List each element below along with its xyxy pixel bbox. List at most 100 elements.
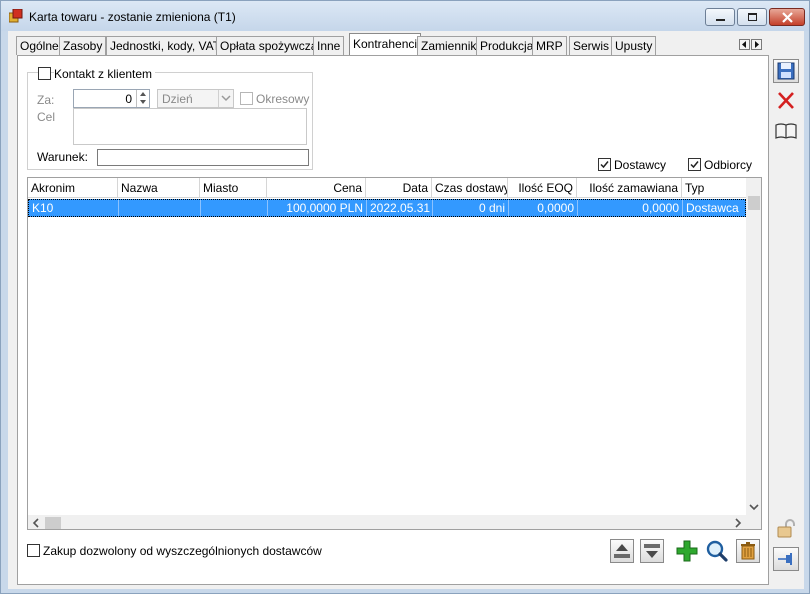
window-client-area: Ogólne Zasoby Jednostki, kody, VAT Opłat… — [8, 31, 804, 589]
periodic-label: Okresowy — [256, 92, 310, 106]
column-header-ilosc-eoq[interactable]: Ilość EOQ — [508, 178, 577, 198]
contact-group: Kontakt z klientem Za: 0 Dzień Okresowy … — [27, 67, 313, 170]
column-header-czas-dostawy[interactable]: Czas dostawy — [432, 178, 508, 198]
spin-buttons[interactable] — [136, 90, 149, 107]
spin-down-icon — [140, 100, 146, 104]
chevron-left-icon — [742, 41, 746, 48]
horizontal-scroll-thumb[interactable] — [45, 517, 61, 529]
tab-zasoby[interactable]: Zasoby — [59, 36, 107, 55]
column-header-nazwa[interactable]: Nazwa — [118, 178, 200, 198]
vertical-scrollbar[interactable] — [746, 178, 762, 515]
trash-icon — [741, 542, 755, 560]
chevron-right-icon[interactable] — [730, 515, 746, 530]
cel-label: Cel — [37, 110, 56, 124]
column-header-ilosc-zamawiana[interactable]: Ilość zamawiana — [577, 178, 682, 198]
title-bar[interactable]: Karta towaru - zostanie zmieniona (T1) — [1, 1, 809, 31]
plus-icon — [676, 540, 698, 562]
search-icon — [706, 540, 728, 562]
column-header-miasto[interactable]: Miasto — [200, 178, 267, 198]
unit-dropdown-button[interactable] — [218, 90, 233, 107]
za-spin-input[interactable]: 0 — [73, 89, 150, 108]
tab-ogolne[interactable]: Ogólne — [16, 36, 63, 55]
contact-checkbox-label: Kontakt z klientem — [54, 67, 156, 81]
cancel-button[interactable] — [773, 89, 799, 113]
tab-label: Serwis — [573, 39, 610, 53]
cell-ilosc-eoq: 0,0000 — [509, 200, 578, 216]
cell-ilosc-zamawiana: 0,0000 — [578, 200, 683, 216]
dostawcy-checkbox[interactable] — [598, 158, 611, 171]
tab-upusty[interactable]: Upusty — [611, 36, 657, 55]
cel-textarea[interactable] — [73, 108, 307, 145]
tab-label: Zamienniki — [421, 39, 480, 53]
tab-scroll-left-button[interactable] — [739, 39, 750, 50]
app-icon — [9, 9, 23, 23]
warunek-input[interactable] — [97, 149, 309, 166]
application-window: Karta towaru - zostanie zmieniona (T1) O… — [0, 0, 810, 594]
tab-inne[interactable]: Inne — [313, 36, 345, 55]
tab-produkcja[interactable]: Produkcja — [476, 36, 538, 55]
za-value: 0 — [125, 92, 132, 106]
cell-nazwa — [119, 200, 201, 216]
book-icon — [775, 123, 797, 139]
tab-serwis[interactable]: Serwis — [569, 36, 614, 55]
tab-label: Produkcja — [480, 39, 534, 53]
za-label: Za: — [37, 93, 55, 107]
contact-checkbox[interactable] — [38, 67, 51, 80]
unit-select[interactable]: Dzień — [157, 89, 234, 108]
pin-icon — [778, 553, 792, 565]
help-book-button[interactable] — [773, 119, 799, 143]
dostawcy-label: Dostawcy — [614, 158, 667, 172]
pin-button[interactable] — [773, 547, 799, 571]
cell-czas-dostawy: 0 dni — [433, 200, 509, 216]
tab-label: Ogólne — [20, 39, 59, 53]
cell-typ: Dostawca — [686, 201, 739, 215]
odbiorcy-checkbox[interactable] — [688, 158, 701, 171]
tab-jednostki[interactable]: Jednostki, kody, VAT — [106, 36, 225, 55]
scroll-corner — [746, 515, 761, 529]
restricted-suppliers-checkbox[interactable] — [27, 544, 40, 557]
table-row[interactable]: K10 100,0000 PLN 2022.05.31 0 dni 0,0000… — [28, 199, 746, 217]
chevron-down-icon — [221, 95, 231, 102]
tab-kontrahenci[interactable]: Kontrahenci — [349, 33, 422, 55]
lock-button[interactable] — [773, 517, 799, 541]
search-button[interactable] — [705, 539, 729, 563]
kontrahenci-table: Akronim Nazwa Miasto Cena Data Czas dost… — [27, 177, 762, 530]
tab-label: Kontrahenci — [353, 37, 418, 51]
close-icon — [782, 12, 793, 23]
chevron-down-icon[interactable] — [746, 499, 762, 515]
table-header: Akronim Nazwa Miasto Cena Data Czas dost… — [28, 178, 746, 198]
window-title: Karta towaru - zostanie zmieniona (T1) — [29, 10, 236, 24]
add-button[interactable] — [675, 539, 699, 563]
cell-data: 2022.05.31 — [367, 200, 433, 216]
tab-label: Inne — [317, 39, 341, 53]
tab-label: Opłata spożywcza — [220, 39, 318, 53]
checkmark-icon — [600, 161, 609, 169]
tab-scroll-right-button[interactable] — [751, 39, 762, 50]
minimize-button[interactable] — [705, 8, 735, 26]
maximize-button[interactable] — [737, 8, 767, 26]
column-header-cena[interactable]: Cena — [267, 178, 366, 198]
save-button[interactable] — [773, 59, 799, 83]
column-header-data[interactable]: Data — [366, 178, 432, 198]
chevron-left-icon[interactable] — [28, 515, 44, 530]
minimize-icon — [716, 19, 725, 21]
warunek-label: Warunek: — [37, 150, 88, 164]
horizontal-scrollbar[interactable] — [28, 515, 746, 530]
delete-button[interactable] — [736, 539, 760, 563]
move-up-button[interactable] — [610, 539, 634, 563]
tab-zamienniki[interactable]: Zamienniki — [417, 36, 484, 55]
column-header-akronim[interactable]: Akronim — [28, 178, 118, 198]
tab-label: Jednostki, kody, VAT — [110, 39, 221, 53]
tab-label: Zasoby — [63, 39, 103, 53]
column-header-typ[interactable]: Typ — [682, 178, 746, 198]
tab-mrp[interactable]: MRP — [532, 36, 567, 55]
tab-oplata-spozywcza[interactable]: Opłata spożywcza — [216, 36, 322, 55]
move-down-button[interactable] — [640, 539, 664, 563]
save-icon — [777, 62, 795, 80]
periodic-checkbox[interactable] — [240, 92, 253, 105]
odbiorcy-label: Odbiorcy — [704, 158, 753, 172]
close-button[interactable] — [769, 8, 805, 26]
vertical-scroll-thumb[interactable] — [748, 196, 760, 210]
restricted-suppliers-label: Zakup dozwolony od wyszczególnionych dos… — [43, 544, 322, 558]
tab-label: MRP — [536, 39, 563, 53]
